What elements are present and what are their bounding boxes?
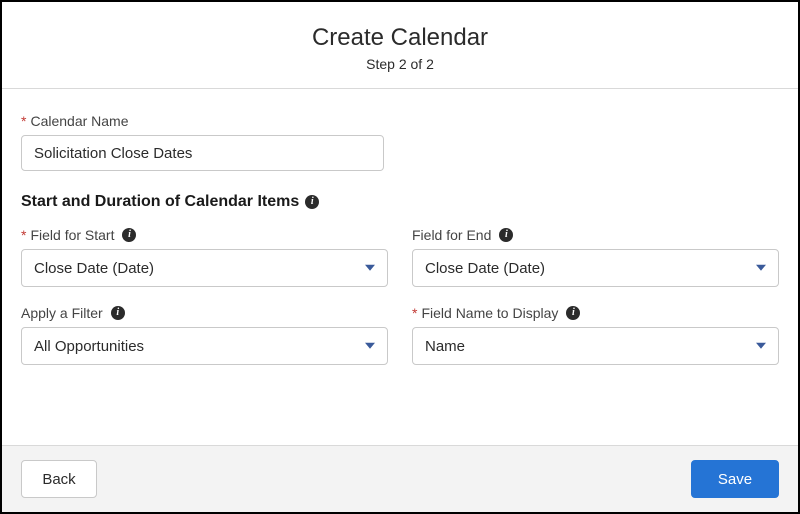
field-for-end-label: Field for End i <box>412 227 779 243</box>
calendar-name-group: * Calendar Name <box>21 113 779 171</box>
label-text: Apply a Filter <box>21 305 103 321</box>
field-row-2: Apply a Filter i All Opportunities * <box>21 305 779 383</box>
apply-filter-select[interactable]: All Opportunities <box>21 327 388 365</box>
field-for-start-label: * Field for Start i <box>21 227 388 243</box>
field-name-display-select[interactable]: Name <box>412 327 779 365</box>
select-value: Name <box>425 338 465 355</box>
field-row-1: * Field for Start i Close Date (Date) <box>21 227 779 305</box>
label-text: Calendar Name <box>30 113 128 129</box>
chevron-down-icon <box>756 265 766 271</box>
chevron-down-icon <box>365 265 375 271</box>
calendar-name-label: * Calendar Name <box>21 113 779 129</box>
info-icon[interactable]: i <box>566 306 580 320</box>
select-value: Close Date (Date) <box>34 260 154 277</box>
section-heading-text: Start and Duration of Calendar Items <box>21 193 299 211</box>
field-for-end-select[interactable]: Close Date (Date) <box>412 249 779 287</box>
modal-header: Create Calendar Step 2 of 2 <box>2 2 798 89</box>
modal-footer: Back Save <box>2 445 798 512</box>
required-indicator: * <box>21 227 26 243</box>
select-value: Close Date (Date) <box>425 260 545 277</box>
create-calendar-modal: Create Calendar Step 2 of 2 * Calendar N… <box>0 0 800 514</box>
info-icon[interactable]: i <box>111 306 125 320</box>
field-for-start-group: * Field for Start i Close Date (Date) <box>21 227 388 305</box>
info-icon[interactable]: i <box>305 195 319 209</box>
label-text: Field for End <box>412 227 491 243</box>
required-indicator: * <box>21 113 26 129</box>
back-button[interactable]: Back <box>21 460 97 498</box>
label-text: Field Name to Display <box>421 305 558 321</box>
save-button[interactable]: Save <box>691 460 779 498</box>
required-indicator: * <box>412 305 417 321</box>
field-name-display-group: * Field Name to Display i Name <box>412 305 779 383</box>
apply-filter-group: Apply a Filter i All Opportunities <box>21 305 388 383</box>
section-heading: Start and Duration of Calendar Items i <box>21 193 779 211</box>
field-name-display-label: * Field Name to Display i <box>412 305 779 321</box>
field-for-start-select[interactable]: Close Date (Date) <box>21 249 388 287</box>
select-value: All Opportunities <box>34 338 144 355</box>
modal-body: * Calendar Name Start and Duration of Ca… <box>2 89 798 445</box>
apply-filter-label: Apply a Filter i <box>21 305 388 321</box>
chevron-down-icon <box>365 343 375 349</box>
modal-subtitle: Step 2 of 2 <box>2 56 798 72</box>
info-icon[interactable]: i <box>499 228 513 242</box>
chevron-down-icon <box>756 343 766 349</box>
label-text: Field for Start <box>30 227 114 243</box>
info-icon[interactable]: i <box>122 228 136 242</box>
field-for-end-group: Field for End i Close Date (Date) <box>412 227 779 305</box>
calendar-name-input[interactable] <box>21 135 384 171</box>
modal-title: Create Calendar <box>2 24 798 52</box>
